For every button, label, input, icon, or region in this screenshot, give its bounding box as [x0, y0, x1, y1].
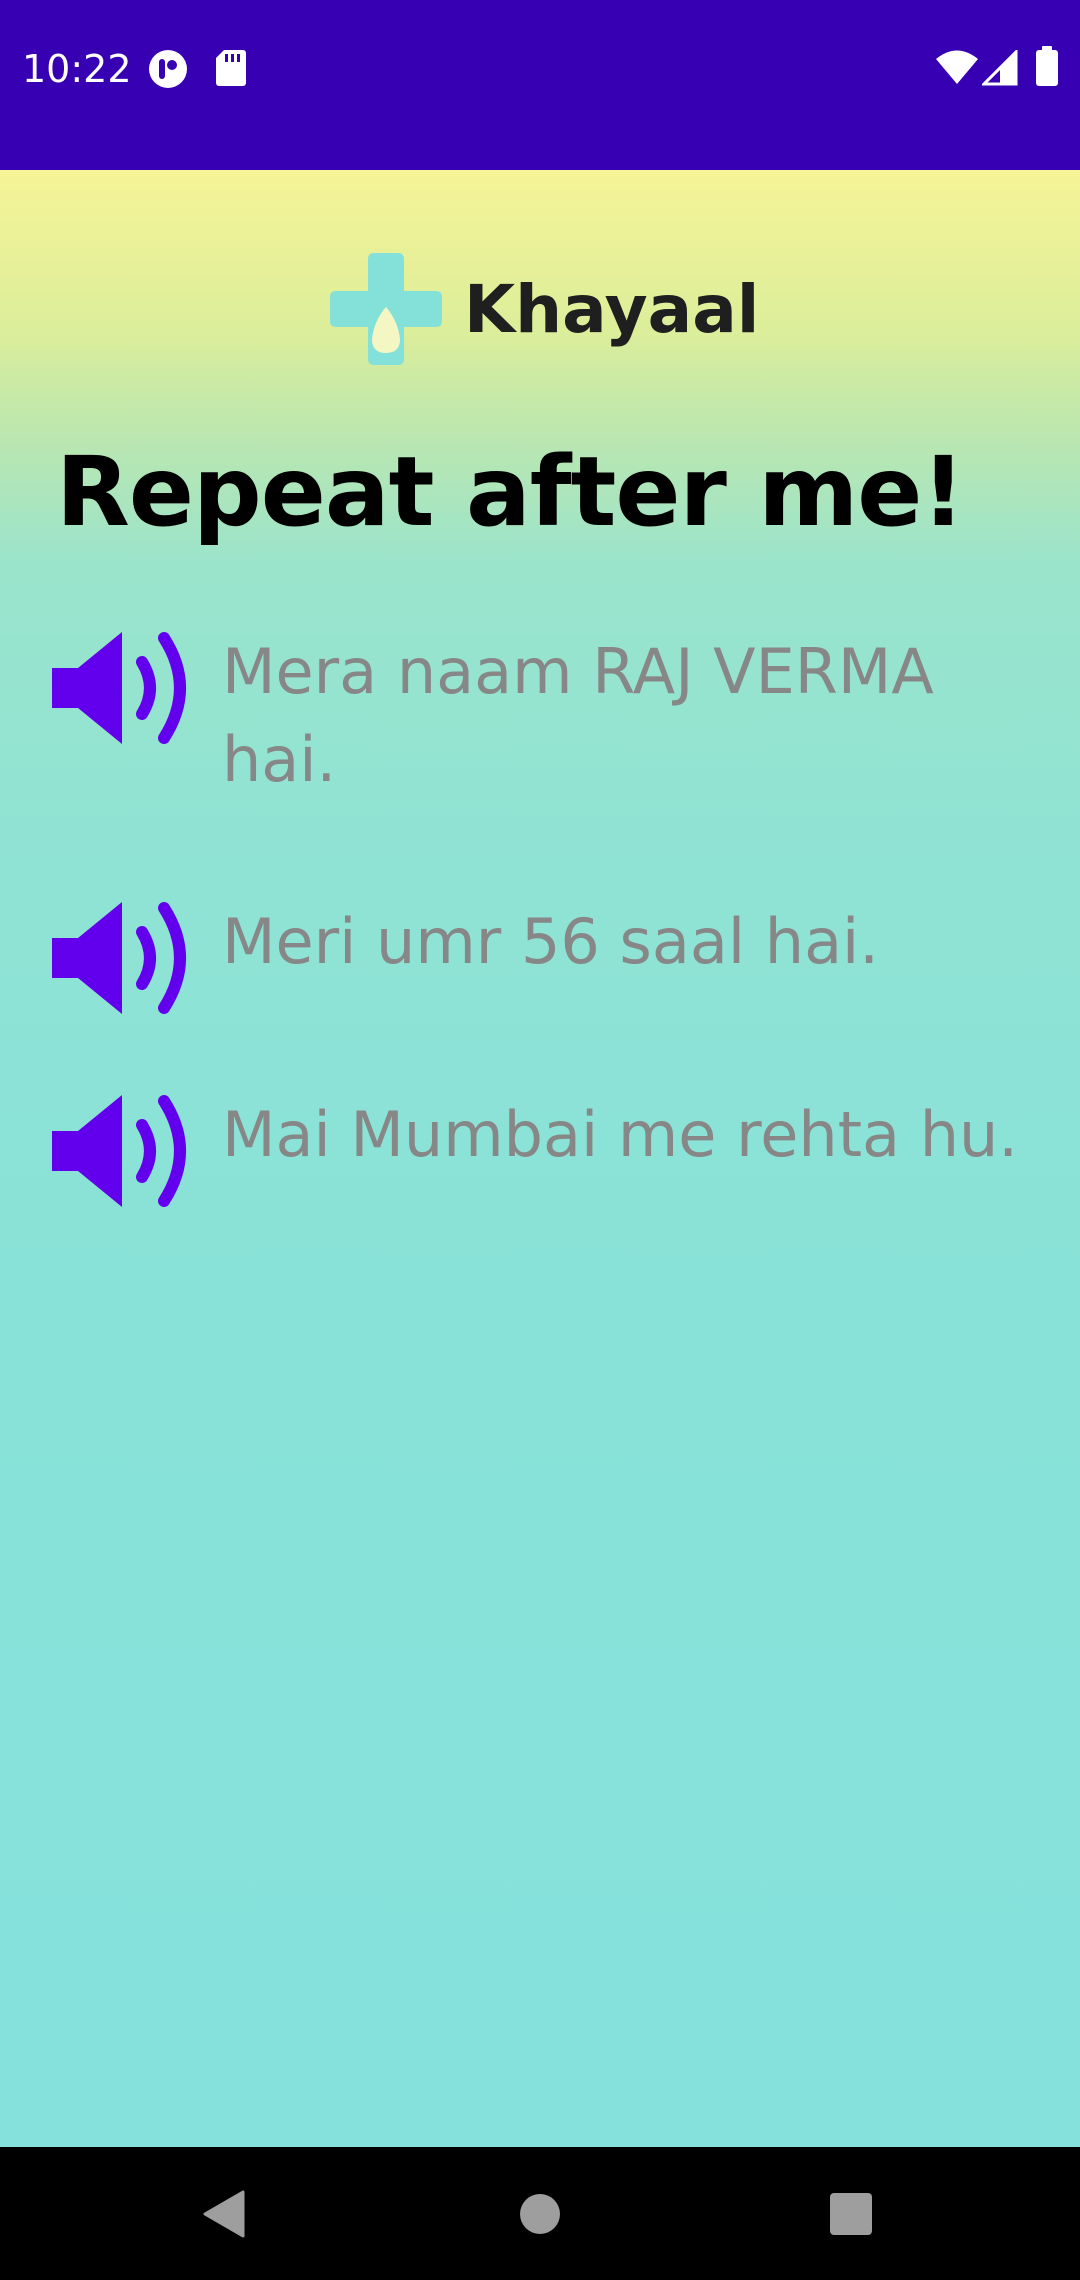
home-icon[interactable]	[495, 2169, 585, 2259]
page-title: Repeat after me!	[56, 436, 965, 548]
speaker-icon[interactable]	[52, 898, 196, 1018]
phrase-row: Meri umr 56 saal hai.	[52, 898, 1052, 1018]
phrase-text: Meri umr 56 saal hai.	[222, 905, 879, 978]
media-notification-icon	[148, 49, 188, 89]
phrase-text: Mera naam RAJ VERMA hai.	[222, 635, 934, 796]
medical-cross-drop-icon	[330, 253, 442, 365]
app-header: Khayaal	[330, 253, 760, 365]
phrase-row: Mai Mumbai me rehta hu.	[52, 1091, 1052, 1211]
navigation-bar	[0, 2147, 1080, 2280]
status-bar: 10:22	[0, 0, 1080, 170]
phrase-text: Mai Mumbai me rehta hu.	[222, 1098, 1019, 1171]
battery-icon	[1036, 46, 1058, 86]
app-screen: 10:22 Khayaal Repeat after me! Mera naam…	[0, 0, 1080, 2280]
phrase-row: Mera naam RAJ VERMA hai.	[52, 628, 1052, 804]
status-time: 10:22	[22, 47, 132, 91]
speaker-icon[interactable]	[52, 1091, 196, 1211]
recents-icon[interactable]	[806, 2169, 896, 2259]
main-content: Khayaal Repeat after me! Mera naam RAJ V…	[0, 170, 1080, 2147]
wifi-icon	[936, 50, 978, 84]
signal-icon	[980, 48, 1018, 86]
sd-card-icon	[216, 50, 246, 86]
app-name: Khayaal	[464, 270, 760, 348]
back-icon[interactable]	[180, 2169, 270, 2259]
speaker-icon[interactable]	[52, 628, 196, 748]
